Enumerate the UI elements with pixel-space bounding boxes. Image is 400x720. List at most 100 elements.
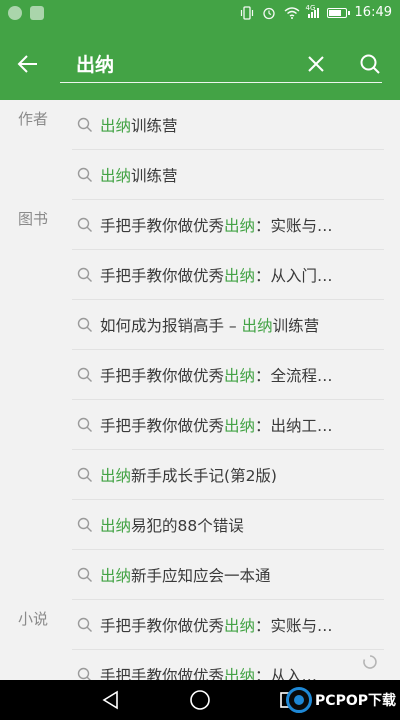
result-item[interactable]: 出纳新手成长手记(第2版) [72, 450, 384, 500]
result-section: 小说 手把手教你做优秀出纳：实账与… 手把手教你做优秀出纳：从入… [0, 600, 400, 680]
search-icon [77, 317, 92, 332]
title-segment: ：出纳工… [255, 416, 333, 435]
result-title: 如何成为报销高手 – 出纳训练营 [100, 314, 319, 336]
status-indicators: 4G 16:49 [240, 3, 392, 20]
battery-level [328, 9, 342, 16]
title-segment: 手把手教你做优秀 [100, 266, 225, 285]
result-title: 出纳易犯的88个错误 [100, 514, 244, 536]
title-segment: 新手成长手记(第2版) [131, 466, 277, 485]
title-segment: 手把手教你做优秀 [100, 416, 225, 435]
result-item[interactable]: 如何成为报销高手 – 出纳训练营 [72, 300, 384, 350]
result-item[interactable]: 手把手教你做优秀出纳：实账与… [72, 600, 384, 650]
title-segment: ：全流程… [255, 366, 333, 385]
title-segment: ：从入门… [255, 266, 333, 285]
section-label: 小说 [18, 610, 49, 628]
keyword-highlight: 出纳 [224, 366, 256, 385]
notification-icon [8, 6, 22, 20]
search-icon [77, 167, 92, 182]
clear-button[interactable] [298, 46, 334, 82]
search-icon [77, 617, 92, 632]
arrow-left-icon [17, 55, 37, 73]
status-bar: 4G 16:49 [0, 0, 400, 28]
search-button[interactable] [352, 46, 388, 82]
result-item[interactable]: 手把手教你做优秀出纳：出纳工… [72, 400, 384, 450]
keyword-highlight: 出纳 [224, 216, 256, 235]
search-icon [77, 417, 92, 432]
title-segment: ：实账与… [255, 616, 333, 635]
result-title: 出纳训练营 [100, 164, 178, 186]
result-section: 图书 手把手教你做优秀出纳：实账与… 手把手教你做优秀出纳：从入门… 如何成为报销高手… [0, 200, 400, 600]
status-notifications [8, 6, 44, 20]
triangle-back-icon [102, 690, 118, 710]
result-title: 出纳新手成长手记(第2版) [100, 464, 277, 486]
keyword-highlight: 出纳 [241, 316, 273, 335]
search-field [60, 46, 382, 83]
back-button[interactable] [6, 42, 50, 86]
nav-home-button[interactable] [184, 684, 216, 716]
title-segment: ：实账与… [255, 216, 333, 235]
title-segment: 训练营 [131, 116, 178, 135]
title-segment: 如何成为报销高手 – [100, 316, 242, 335]
keyword-highlight: 出纳 [224, 266, 256, 285]
result-title: 出纳新手应知应会一本通 [100, 564, 271, 586]
keyword-highlight: 出纳 [100, 566, 132, 585]
search-icon [77, 217, 92, 232]
section-label: 图书 [18, 210, 49, 228]
search-icon [77, 667, 92, 680]
search-icon [77, 567, 92, 582]
search-icon [77, 367, 92, 382]
result-item[interactable]: 手把手教你做优秀出纳：实账与… [72, 200, 384, 250]
search-app-bar [0, 28, 400, 100]
result-title: 出纳训练营 [100, 114, 178, 136]
title-segment: 易犯的88个错误 [131, 516, 244, 535]
keyword-highlight: 出纳 [224, 616, 256, 635]
navigation-bar: PCPOP下载 [0, 680, 400, 720]
keyword-highlight: 出纳 [100, 466, 132, 485]
title-segment: 训练营 [131, 166, 178, 185]
notification-app-icon [30, 6, 44, 20]
keyword-highlight: 出纳 [100, 116, 132, 135]
keyword-highlight: 出纳 [224, 666, 256, 681]
watermark: PCPOP下载 [286, 684, 396, 716]
title-segment: 手把手教你做优秀 [100, 366, 225, 385]
keyword-highlight: 出纳 [224, 416, 256, 435]
circle-home-icon [190, 690, 210, 710]
watermark-logo-icon [286, 687, 313, 713]
close-icon [308, 56, 324, 72]
title-segment: 手把手教你做优秀 [100, 616, 225, 635]
title-segment: 手把手教你做优秀 [100, 216, 225, 235]
result-title: 手把手教你做优秀出纳：从入门… [100, 264, 333, 286]
result-item[interactable]: 手把手教你做优秀出纳：从入… [72, 650, 384, 680]
battery-icon [326, 7, 350, 18]
search-input[interactable] [64, 46, 308, 80]
section-label: 作者 [18, 110, 49, 128]
title-segment: 新手应知应会一本通 [131, 566, 271, 585]
search-results: 作者 出纳训练营 出纳训练营 图书 手把手教你做优秀出纳：实账与… 手把手教你做优秀出纳：… [0, 100, 400, 680]
result-item[interactable]: 出纳训练营 [72, 150, 384, 200]
nav-back-button[interactable] [95, 684, 127, 716]
result-item[interactable]: 手把手教你做优秀出纳：全流程… [72, 350, 384, 400]
search-icon [77, 117, 92, 132]
search-icon [77, 267, 92, 282]
title-segment: 手把手教你做优秀 [100, 666, 225, 681]
search-icon [77, 467, 92, 482]
result-section: 作者 出纳训练营 出纳训练营 [0, 100, 400, 200]
search-icon [360, 54, 380, 74]
result-item[interactable]: 出纳易犯的88个错误 [72, 500, 384, 550]
alarm-icon [262, 7, 275, 19]
result-item[interactable]: 出纳新手应知应会一本通 [72, 550, 384, 600]
result-title: 手把手教你做优秀出纳：从入… [100, 664, 317, 681]
result-item[interactable]: 出纳训练营 [72, 100, 384, 150]
network-label: 4G [305, 3, 316, 12]
keyword-highlight: 出纳 [100, 516, 132, 535]
search-icon [77, 517, 92, 532]
result-title: 手把手教你做优秀出纳：全流程… [100, 364, 333, 386]
keyword-highlight: 出纳 [100, 166, 132, 185]
status-time: 16:49 [354, 5, 392, 20]
loading-spinner-icon [363, 655, 377, 669]
wifi-icon [284, 6, 299, 19]
title-segment: ：从入… [255, 666, 318, 681]
result-title: 手把手教你做优秀出纳：实账与… [100, 214, 333, 236]
screen: 4G 16:49 出纳 作者 出纳训练营 出纳训练营 图书 手把手教你做优秀出纳… [0, 0, 400, 720]
result-item[interactable]: 手把手教你做优秀出纳：从入门… [72, 250, 384, 300]
